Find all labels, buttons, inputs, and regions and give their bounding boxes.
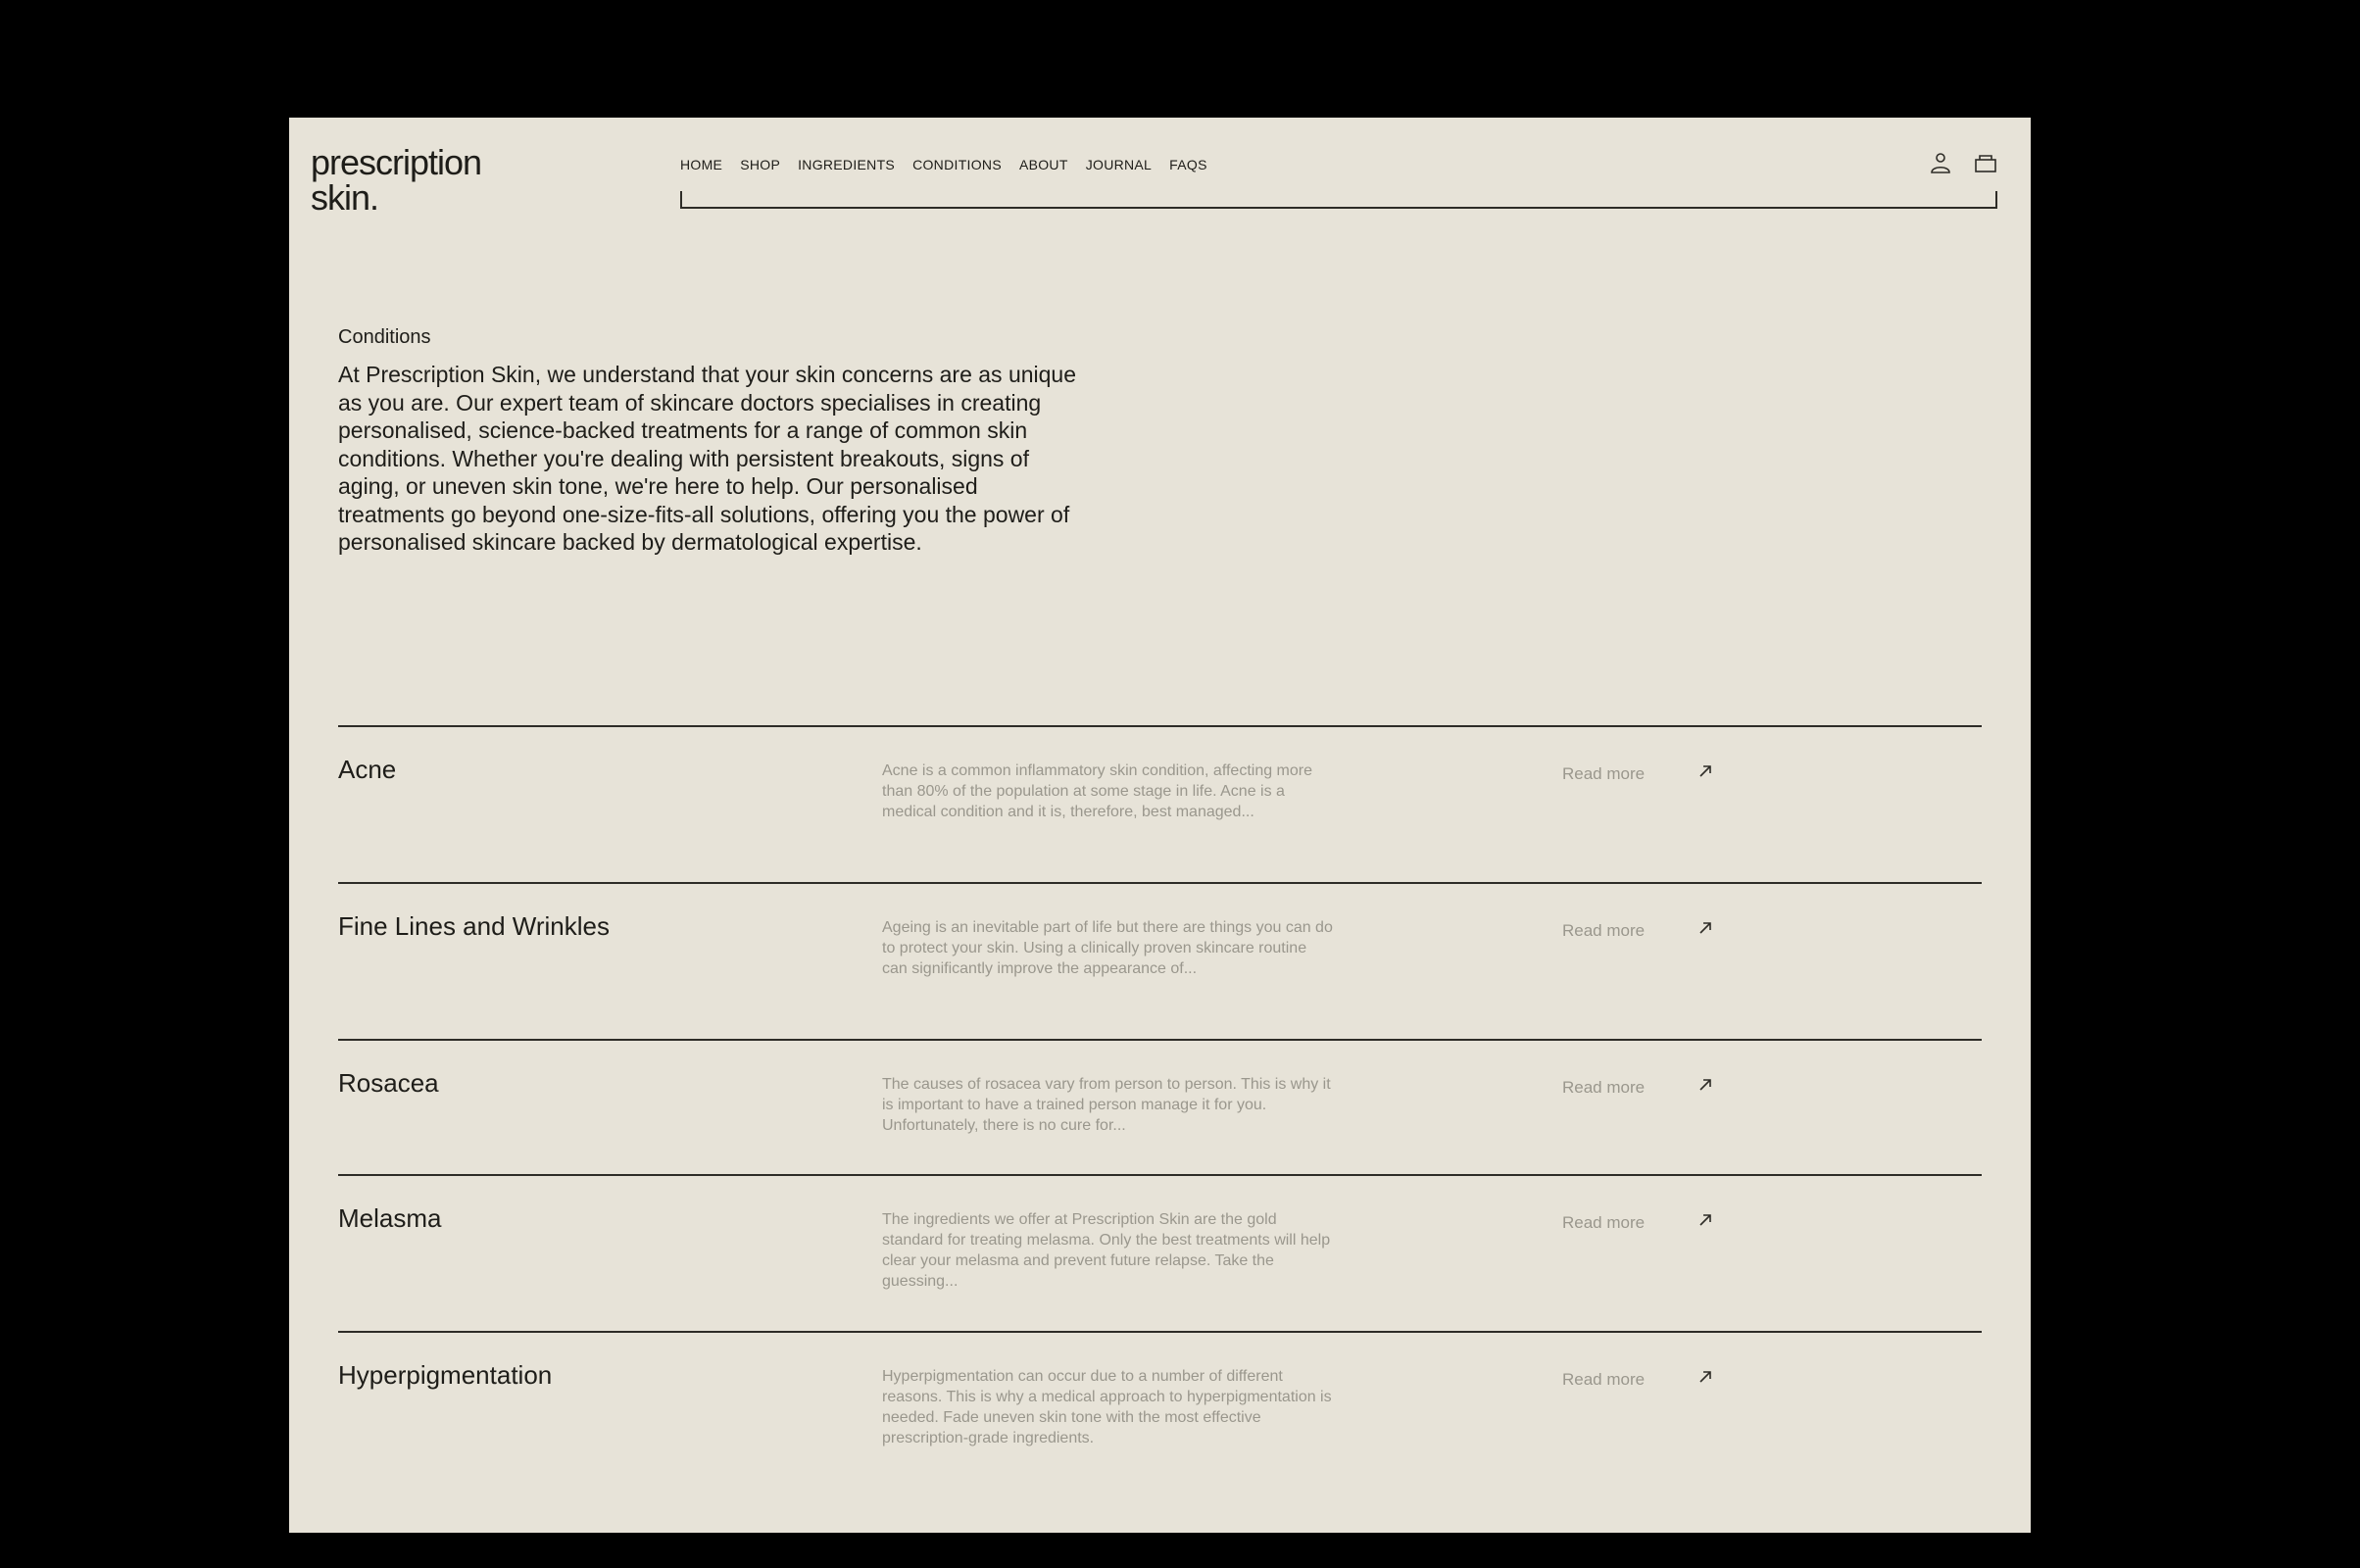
- read-more-link[interactable]: Read more: [1562, 764, 1645, 784]
- nav-faqs[interactable]: FAQS: [1169, 157, 1207, 172]
- nav-home[interactable]: HOME: [680, 157, 722, 172]
- conditions-list: Acne Acne is a common inflammatory skin …: [338, 725, 1982, 1488]
- logo[interactable]: prescription skin.: [311, 142, 482, 218]
- nav-underline-bracket: [680, 191, 1997, 209]
- condition-description: Ageing is an inevitable part of life but…: [882, 919, 1333, 977]
- arrow-up-right-icon[interactable]: [1696, 1076, 1714, 1094]
- header-icons: [1929, 151, 1997, 176]
- account-icon[interactable]: [1929, 151, 1952, 176]
- read-more-link[interactable]: Read more: [1562, 1213, 1645, 1233]
- read-more-link[interactable]: Read more: [1562, 1370, 1645, 1390]
- bag-icon[interactable]: [1974, 151, 1997, 176]
- nav-ingredients[interactable]: INGREDIENTS: [798, 157, 895, 172]
- condition-row-fine-lines[interactable]: Fine Lines and Wrinkles Ageing is an ine…: [338, 882, 1982, 1039]
- condition-title[interactable]: Acne: [338, 755, 396, 785]
- condition-description: Acne is a common inflammatory skin condi…: [882, 762, 1313, 820]
- arrow-up-right-icon[interactable]: [1696, 1211, 1714, 1229]
- condition-row-acne[interactable]: Acne Acne is a common inflammatory skin …: [338, 725, 1982, 882]
- logo-line-1: prescription: [311, 142, 482, 182]
- condition-row-melasma[interactable]: Melasma The ingredients we offer at Pres…: [338, 1174, 1982, 1331]
- arrow-up-right-icon[interactable]: [1696, 762, 1714, 780]
- nav-journal[interactable]: JOURNAL: [1086, 157, 1152, 172]
- page: prescription skin. HOME SHOP INGREDIENTS…: [289, 118, 2031, 1533]
- condition-title[interactable]: Fine Lines and Wrinkles: [338, 911, 610, 942]
- nav-conditions[interactable]: CONDITIONS: [912, 157, 1002, 172]
- arrow-up-right-icon[interactable]: [1696, 919, 1714, 937]
- arrow-up-right-icon[interactable]: [1696, 1368, 1714, 1386]
- condition-title[interactable]: Rosacea: [338, 1068, 439, 1099]
- condition-title[interactable]: Melasma: [338, 1203, 441, 1234]
- section-eyebrow: Conditions: [338, 326, 431, 348]
- main-nav: HOME SHOP INGREDIENTS CONDITIONS ABOUT J…: [680, 157, 1225, 172]
- condition-description: The causes of rosacea vary from person t…: [882, 1076, 1331, 1134]
- nav-about[interactable]: ABOUT: [1019, 157, 1068, 172]
- nav-shop[interactable]: SHOP: [740, 157, 780, 172]
- read-more-link[interactable]: Read more: [1562, 921, 1645, 941]
- read-more-link[interactable]: Read more: [1562, 1078, 1645, 1098]
- intro-section: Conditions At Prescription Skin, we unde…: [338, 326, 1083, 557]
- logo-line-2: skin.: [311, 177, 379, 218]
- condition-description: The ingredients we offer at Prescription…: [882, 1211, 1331, 1290]
- intro-text: At Prescription Skin, we understand that…: [338, 362, 1077, 555]
- condition-row-rosacea[interactable]: Rosacea The causes of rosacea vary from …: [338, 1039, 1982, 1174]
- condition-title[interactable]: Hyperpigmentation: [338, 1360, 552, 1391]
- condition-row-hyperpigmentation[interactable]: Hyperpigmentation Hyperpigmentation can …: [338, 1331, 1982, 1488]
- condition-description: Hyperpigmentation can occur due to a num…: [882, 1368, 1332, 1446]
